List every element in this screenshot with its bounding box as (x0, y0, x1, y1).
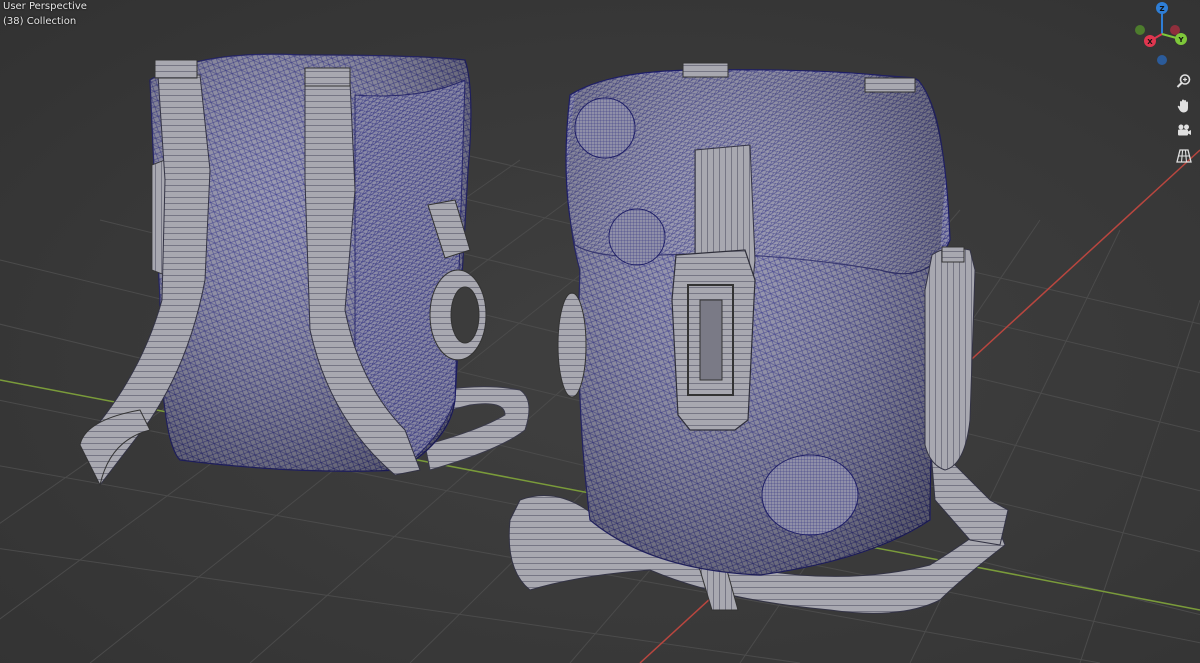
perspective-toggle-button[interactable] (1173, 145, 1195, 167)
3d-viewport[interactable]: User Perspective (38) Collection Z X Y (0, 0, 1200, 663)
camera-icon (1178, 124, 1191, 136)
gizmo-y-axis[interactable]: Y (1175, 33, 1187, 45)
gizmo-y-label: Y (1177, 36, 1184, 44)
grid-icon (1176, 149, 1192, 163)
navigation-tools (1173, 70, 1195, 170)
gizmo-z-axis[interactable]: Z (1156, 2, 1168, 14)
right-bag (508, 62, 1009, 614)
gizmo-neg-y[interactable] (1135, 25, 1145, 35)
gizmo-neg-z[interactable] (1157, 55, 1167, 65)
gizmo-x-axis[interactable]: X (1144, 35, 1156, 47)
scene (0, 53, 1200, 663)
viewport-perspective-label: User Perspective (3, 1, 87, 12)
gizmo-x-label: X (1147, 38, 1153, 46)
camera-view-button[interactable] (1173, 120, 1195, 142)
zoom-icon (1176, 74, 1191, 88)
gizmo-z-label: Z (1159, 5, 1164, 13)
left-bag (79, 53, 530, 487)
zoom-button[interactable] (1173, 70, 1195, 92)
hand-icon (1177, 99, 1188, 113)
navigation-gizmo[interactable]: Z X Y (1128, 0, 1198, 70)
gizmo-neg-x[interactable] (1170, 25, 1180, 35)
pan-button[interactable] (1173, 95, 1195, 117)
viewport-collection-label: (38) Collection (3, 16, 77, 27)
